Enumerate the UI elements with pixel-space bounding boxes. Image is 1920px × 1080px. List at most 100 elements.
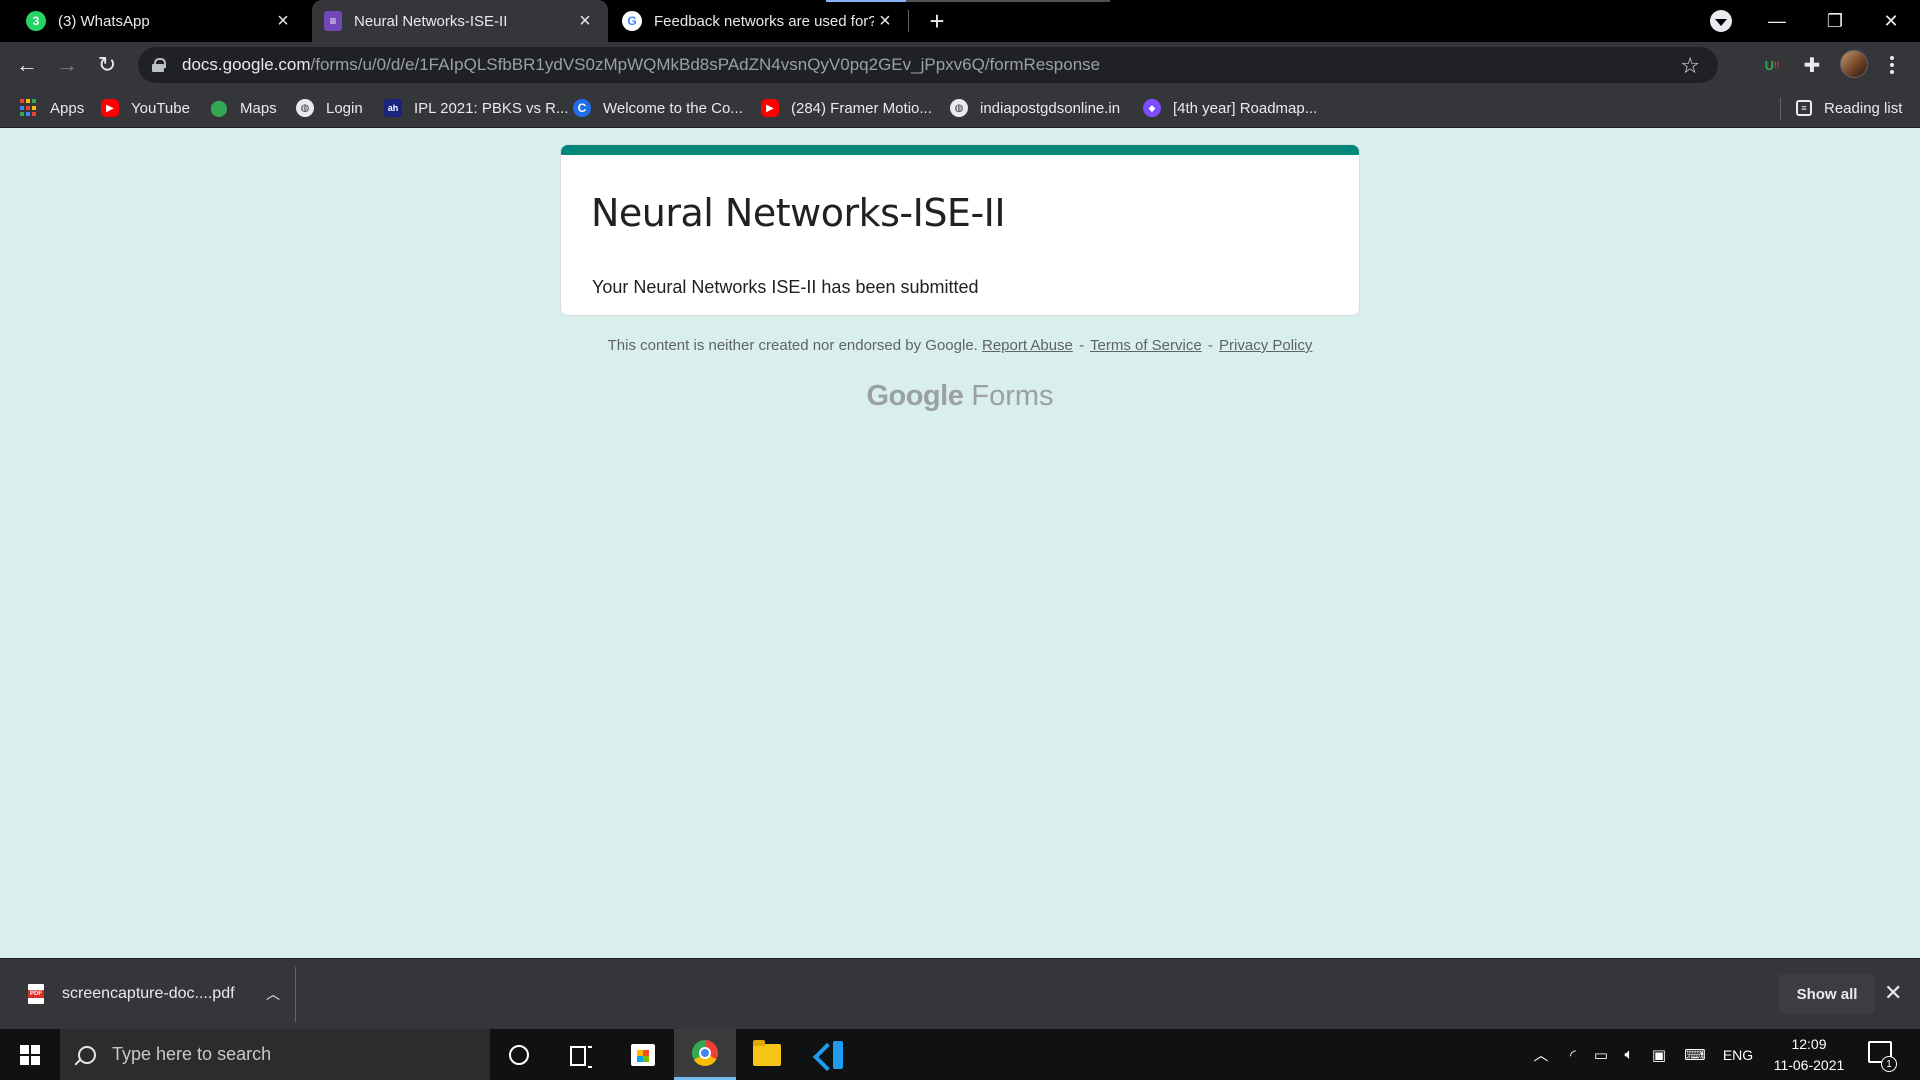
footer-separator: -: [1079, 337, 1085, 354]
taskbar-search-box[interactable]: Type here to search: [60, 1029, 490, 1080]
wifi-icon[interactable]: ◜: [1560, 1029, 1586, 1080]
new-tab-button[interactable]: +: [922, 6, 952, 36]
bookmark-ipl[interactable]: ah IPL 2021: PBKS vs R...: [384, 96, 569, 120]
windows-taskbar: Type here to search ︿ ◜ ▭ 🔈︎ ▣ ⌨ ENG 12:…: [0, 1029, 1920, 1080]
tab-neural-networks[interactable]: ≡ Neural Networks-ISE-II ×: [312, 0, 608, 42]
bookmark-label: Apps: [50, 99, 85, 117]
bookmark-login[interactable]: ◍ Login: [296, 96, 363, 120]
download-item[interactable]: screencapture-doc....pdf ︿: [14, 967, 294, 1021]
taskbar-chrome[interactable]: [674, 1029, 736, 1080]
google-icon: G: [622, 11, 642, 31]
taskbar-store[interactable]: [612, 1029, 674, 1080]
task-view-button[interactable]: [550, 1029, 612, 1080]
show-all-button[interactable]: Show all: [1779, 974, 1875, 1014]
input-language[interactable]: ENG: [1718, 1029, 1758, 1080]
meet-now-icon[interactable]: ▣: [1646, 1029, 1672, 1080]
lock-icon[interactable]: [152, 58, 166, 72]
disclaimer-text: This content is neither created nor endo…: [607, 337, 978, 354]
bookmark-label: indiapostgdsonline.in: [980, 99, 1121, 117]
show-hidden-icons-chevron-icon[interactable]: ︿: [1528, 1029, 1554, 1080]
reload-button[interactable]: ↻: [91, 49, 123, 81]
vscode-icon: [815, 1040, 843, 1069]
tab-separator: [908, 10, 909, 32]
cortana-button[interactable]: [488, 1029, 550, 1080]
touch-keyboard-icon[interactable]: ⌨: [1678, 1029, 1712, 1080]
browser-toolbar: ← → ↻ docs.google.com /forms/u/0/d/e/1FA…: [0, 42, 1920, 88]
notion-diamond-icon: ◆: [1143, 99, 1161, 117]
back-button[interactable]: ←: [11, 49, 43, 81]
windows-logo-icon: [20, 1044, 40, 1065]
report-abuse-link[interactable]: Report Abuse: [982, 337, 1073, 354]
reading-list-icon: ≡: [1796, 100, 1812, 116]
bookmark-indiapost[interactable]: ◍ indiapostgdsonline.in: [950, 96, 1120, 120]
url-host: docs.google.com: [182, 55, 311, 74]
search-icon: [78, 1045, 96, 1064]
chrome-menu-icon[interactable]: [1882, 50, 1902, 80]
ublock-extension-icon[interactable]: U!!: [1760, 53, 1784, 77]
whatsapp-icon: 3: [26, 11, 46, 31]
news-icon: ah: [384, 99, 402, 117]
tab-feedback-networks[interactable]: G Feedback networks are used for? ×: [612, 0, 908, 42]
forms-wordmark: Forms: [971, 380, 1054, 412]
microsoft-store-icon: [631, 1043, 655, 1066]
reading-list-button[interactable]: ≡ Reading list: [1796, 96, 1902, 120]
forward-button[interactable]: →: [51, 49, 83, 81]
chevron-up-icon[interactable]: ︿: [266, 984, 280, 1004]
bookmark-framer-motion[interactable]: ▶ (284) Framer Motio...: [761, 96, 932, 120]
tab-title: Neural Networks-ISE-II: [354, 12, 508, 30]
restore-button[interactable]: ❐: [1806, 0, 1864, 42]
close-tab-icon[interactable]: ×: [272, 10, 294, 32]
terms-of-service-link[interactable]: Terms of Service: [1090, 337, 1202, 354]
globe-icon: ◍: [296, 99, 314, 117]
footer-separator: -: [1207, 337, 1213, 354]
notification-count-badge: 1: [1881, 1056, 1897, 1072]
profile-avatar[interactable]: [1840, 50, 1868, 78]
tab-strip: 3 (3) WhatsApp × ≡ Neural Networks-ISE-I…: [0, 0, 1920, 42]
privacy-policy-link[interactable]: Privacy Policy: [1219, 337, 1312, 354]
apps-grid-icon: [20, 99, 38, 117]
bookmark-label: (284) Framer Motio...: [791, 99, 932, 117]
bookmark-star-icon[interactable]: ☆: [1680, 53, 1700, 79]
bookmark-label: [4th year] Roadmap...: [1173, 99, 1318, 117]
close-shelf-icon[interactable]: ✕: [1884, 980, 1902, 1006]
tab-whatsapp[interactable]: 3 (3) WhatsApp ×: [0, 0, 306, 42]
bookmark-maps[interactable]: ⬤ Maps: [210, 96, 277, 120]
google-forms-icon: ≡: [324, 11, 342, 31]
google-forms-logo[interactable]: Google Forms: [0, 380, 1920, 413]
volume-icon[interactable]: 🔈︎: [1616, 1029, 1642, 1080]
taskbar-file-explorer[interactable]: [736, 1029, 798, 1080]
close-tab-icon[interactable]: ×: [874, 10, 896, 32]
clock-date: 11-06-2021: [1773, 1057, 1845, 1073]
bookmark-welcome[interactable]: C Welcome to the Co...: [573, 96, 743, 120]
file-explorer-icon: [753, 1039, 781, 1066]
start-button[interactable]: [0, 1029, 60, 1080]
close-window-button[interactable]: ✕: [1862, 0, 1920, 42]
reading-list-label: Reading list: [1824, 99, 1903, 117]
shelf-separator: [295, 967, 296, 1022]
bookmark-roadmap[interactable]: ◆ [4th year] Roadmap...: [1143, 96, 1317, 120]
address-bar[interactable]: docs.google.com /forms/u/0/d/e/1FAIpQLSf…: [138, 47, 1718, 83]
bookmark-label: Maps: [240, 99, 277, 117]
battery-icon[interactable]: ▭: [1588, 1029, 1614, 1080]
youtube-icon: ▶: [101, 99, 119, 117]
taskbar-vscode[interactable]: [798, 1029, 860, 1080]
youtube-icon: ▶: [761, 99, 779, 117]
task-view-icon: [570, 1045, 592, 1068]
page-content: Neural Networks-ISE-II Your Neural Netwo…: [0, 128, 1920, 958]
extensions-puzzle-icon[interactable]: ✚: [1800, 53, 1824, 77]
download-file-name: screencapture-doc....pdf: [62, 985, 235, 1002]
form-confirmation-card: Neural Networks-ISE-II Your Neural Netwo…: [560, 144, 1360, 316]
minimize-button[interactable]: —: [1748, 0, 1806, 42]
bookmark-label: Login: [326, 99, 363, 117]
bookmark-youtube[interactable]: ▶ YouTube: [101, 96, 190, 120]
form-footer: This content is neither created nor endo…: [0, 337, 1920, 354]
maps-pin-icon: ⬤: [210, 100, 228, 117]
taskbar-clock[interactable]: 12:09 11-06-2021: [1764, 1034, 1854, 1076]
tab-title: Feedback networks are used for?: [654, 12, 874, 30]
bookmarks-separator: [1780, 98, 1781, 120]
search-placeholder: Type here to search: [112, 1044, 272, 1064]
globe-icon: ◍: [950, 99, 968, 117]
tab-search-icon[interactable]: [1710, 10, 1732, 32]
bookmark-apps[interactable]: Apps: [20, 96, 84, 120]
close-tab-icon[interactable]: ×: [574, 10, 596, 32]
